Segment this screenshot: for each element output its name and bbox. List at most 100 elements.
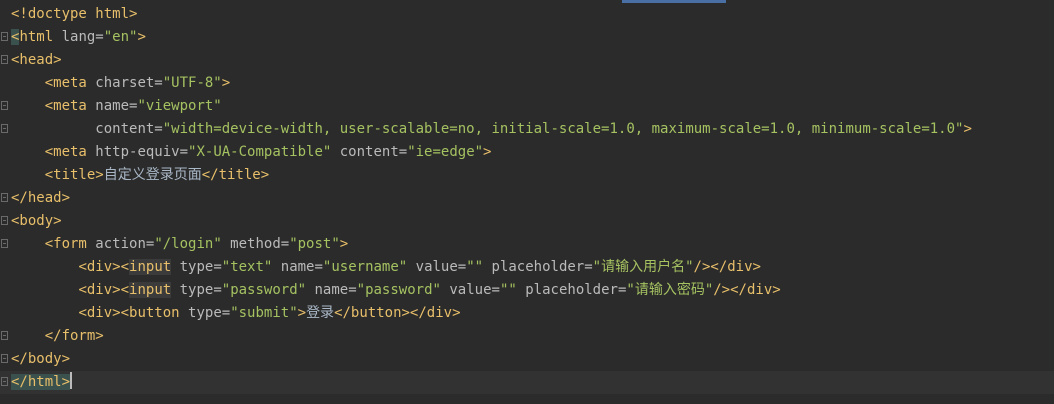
code-token-tag: > (137, 29, 146, 45)
code-token-val: "" (499, 282, 517, 298)
code-token-tag: </html (11, 374, 62, 390)
code-line[interactable]: </form> (0, 325, 1054, 348)
code-token-tag: > (297, 305, 307, 321)
code-token-tag: <div> (78, 259, 121, 275)
code-token-val: "text" (221, 259, 273, 275)
code-token-tag: </div> (730, 282, 781, 298)
fold-toggle-icon[interactable] (1, 331, 8, 340)
code-token-val: "post" (289, 236, 340, 252)
code-token-tag: > (963, 121, 972, 137)
code-token-tag: <div> (78, 305, 121, 321)
code-line[interactable]: content="width=device-width, user-scalab… (0, 118, 1054, 141)
code-area[interactable]: <!doctype html> <html lang="en"> <head> <m… (0, 3, 1054, 394)
code-token-tag: <meta (44, 75, 87, 91)
code-token-val: "/login" (154, 236, 222, 252)
code-token-attr: http-equiv= (86, 144, 189, 160)
code-token-attr: name= (272, 259, 323, 275)
code-token-tag: <title> (44, 167, 104, 183)
code-token-val: "UTF-8" (162, 75, 222, 91)
code-token-val: "请输入密码" (626, 282, 714, 298)
code-token-tag: input (129, 282, 172, 298)
code-token-attr: method= (221, 236, 290, 252)
code-token-tag: </body> (11, 351, 71, 367)
code-token-tag: </title> (201, 167, 270, 183)
code-token-tag: /> (713, 282, 731, 298)
code-token-tag: input (129, 259, 172, 275)
code-token-attr: placeholder= (516, 282, 627, 298)
code-token-tag: </button> (334, 305, 410, 321)
code-token-attr: action= (86, 236, 155, 252)
code-token-tag: </head> (11, 190, 71, 206)
code-token-tag: </div> (710, 259, 761, 275)
fold-toggle-icon[interactable] (1, 101, 8, 110)
code-token-val: "password" (221, 282, 307, 298)
code-token-tag: </div> (409, 305, 461, 321)
code-token-attr: type= (179, 305, 231, 321)
code-token-tag: > (339, 236, 349, 252)
code-line[interactable]: <meta http-equiv="X-UA-Compatible" conte… (0, 141, 1054, 164)
code-token-val: "X-UA-Compatible" (188, 144, 332, 160)
code-line[interactable]: <div><button type="submit">登录</button></… (0, 302, 1054, 325)
code-token-attr: name= (306, 282, 357, 298)
code-line[interactable]: <!doctype html> (0, 3, 1054, 26)
code-token-doctype: <!doctype html> (11, 6, 138, 22)
code-token-tag: <meta (44, 144, 87, 160)
code-token-tag: > (483, 144, 492, 160)
code-token-val: "password" (356, 282, 441, 298)
code-token-tag: > (221, 75, 231, 91)
code-line[interactable]: <div><input type="text" name="username" … (0, 256, 1054, 279)
code-token-tag: < (120, 259, 130, 275)
code-token-val: "username" (322, 259, 408, 275)
code-token-attr: content= (331, 144, 408, 160)
code-token-val: "width=device-width, user-scalable=no, i… (162, 121, 964, 137)
code-line[interactable]: <meta charset="UTF-8"> (0, 72, 1054, 95)
code-editor[interactable]: <!doctype html> <html lang="en"> <head> <m… (0, 0, 1054, 404)
code-line[interactable]: </body> (0, 348, 1054, 371)
code-token-attr: name= (86, 98, 138, 114)
code-token-tag: html (19, 29, 54, 45)
fold-toggle-icon[interactable] (1, 32, 8, 41)
fold-toggle-icon[interactable] (1, 55, 8, 64)
fold-toggle-icon[interactable] (1, 124, 8, 133)
code-token-val: "" (466, 259, 484, 275)
code-line[interactable]: <body> (0, 210, 1054, 233)
code-line[interactable]: <title>自定义登录页面</title> (0, 164, 1054, 187)
code-line[interactable]: <div><input type="password" name="passwo… (0, 279, 1054, 302)
code-line[interactable]: </head> (0, 187, 1054, 210)
code-line[interactable]: </html> (0, 371, 1054, 394)
code-token-attr: type= (171, 282, 222, 298)
code-token-attr: type= (171, 259, 222, 275)
code-token-tag: > (61, 374, 71, 390)
code-token-tag: <meta (44, 98, 87, 114)
code-token-attr: lang= (53, 29, 104, 45)
code-token-attr: value= (407, 259, 467, 275)
code-token-text: 登录 (306, 305, 335, 321)
code-line[interactable]: <html lang="en"> (0, 26, 1054, 49)
code-token-tag: <button (120, 305, 180, 321)
code-token-attr: value= (440, 282, 500, 298)
fold-toggle-icon[interactable] (1, 239, 8, 248)
code-token-val: "submit" (230, 305, 298, 321)
code-token-tag: <head> (11, 52, 62, 68)
code-token-val: "en" (103, 29, 138, 45)
fold-toggle-icon[interactable] (1, 193, 8, 202)
fold-toggle-icon[interactable] (1, 377, 8, 386)
fold-toggle-icon[interactable] (1, 354, 8, 363)
code-line[interactable]: <meta name="viewport" (0, 95, 1054, 118)
code-token-tag: < (120, 282, 130, 298)
code-line[interactable]: <form action="/login" method="post"> (0, 233, 1054, 256)
code-token-attr: content= (95, 121, 163, 137)
code-line[interactable]: <head> (0, 49, 1054, 72)
code-token-val: "viewport" (137, 98, 222, 114)
fold-toggle-icon[interactable] (1, 216, 8, 225)
code-token-tag: <body> (11, 213, 62, 229)
text-caret (70, 372, 73, 389)
